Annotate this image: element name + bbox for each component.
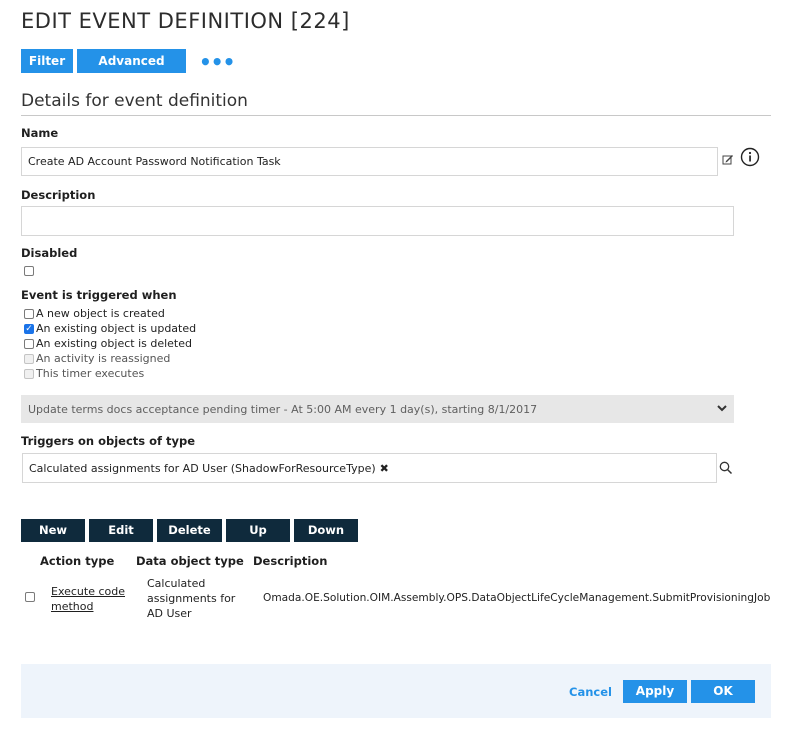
table-cell-action-type[interactable]: Execute code method [51,584,125,614]
page-title: EDIT EVENT DEFINITION [224] [21,9,350,33]
new-action-button[interactable]: New [21,519,85,542]
ok-button[interactable]: OK [691,680,755,703]
chevron-down-icon [716,401,728,418]
column-header-action-type: Action type [40,554,115,568]
up-action-button[interactable]: Up [226,519,290,542]
trigger-option-reassigned: An activity is reassigned [24,351,170,366]
data-type-line: Calculated [147,577,206,590]
edit-action-button[interactable]: Edit [89,519,153,542]
table-cell-data-object-type: Calculated assignments for AD User [147,576,235,621]
more-options-icon[interactable]: ••• [199,52,235,72]
object-types-input[interactable]: Calculated assignments for AD User (Shad… [22,453,717,483]
object-type-tag: Calculated assignments for AD User (Shad… [29,461,376,475]
trigger-option-label: This timer executes [36,367,145,380]
edit-pencil-icon[interactable] [722,150,734,169]
action-type-link[interactable]: Execute code [51,585,125,598]
deleted-checkbox[interactable] [24,338,34,349]
advanced-options-button[interactable]: Advanced options [77,49,186,92]
filter-button[interactable]: Filter [21,49,73,73]
disabled-label: Disabled [21,246,78,260]
trigger-option-label: An existing object is deleted [36,337,192,350]
trigger-option-label: An existing object is updated [36,322,197,335]
table-cell-description: Omada.OE.Solution.OIM.Assembly.OPS.DataO… [263,592,771,604]
object-types-label: Triggers on objects of type [21,434,196,448]
timer-select[interactable]: Update terms docs acceptance pending tim… [21,395,734,423]
section-title: Details for event definition [21,91,248,111]
data-type-line: AD User [147,607,192,620]
name-input[interactable]: Create AD Account Password Notification … [21,147,718,176]
down-action-button[interactable]: Down [294,519,358,542]
timer-checkbox [24,368,34,379]
trigger-option-label: An activity is reassigned [36,352,171,365]
disabled-checkbox[interactable] [24,266,34,276]
description-input[interactable] [21,206,734,236]
trigger-option-timer: This timer executes [24,366,144,381]
cancel-button[interactable]: Cancel [569,685,612,699]
trigger-option-created[interactable]: A new object is created [24,306,165,321]
updated-checkbox[interactable]: ✓ [24,323,34,334]
search-icon[interactable] [719,460,733,479]
name-label: Name [21,126,59,140]
trigger-when-label: Event is triggered when [21,288,177,302]
trigger-option-label: A new object is created [36,307,165,320]
column-header-description: Description [253,554,328,568]
created-checkbox[interactable] [24,308,34,319]
trigger-option-deleted[interactable]: An existing object is deleted [24,336,192,351]
timer-select-value: Update terms docs acceptance pending tim… [28,402,538,416]
section-divider [21,115,771,116]
column-header-data-object-type: Data object type [136,554,244,568]
data-type-line: assignments for [147,592,236,605]
row-select-checkbox[interactable] [25,592,35,602]
trigger-option-updated[interactable]: ✓ An existing object is updated [24,321,196,336]
action-type-link-line2[interactable]: method [51,600,93,613]
reassigned-checkbox [24,353,34,364]
apply-button[interactable]: Apply [623,680,687,703]
name-input-value: Create AD Account Password Notification … [28,155,281,168]
delete-action-button[interactable]: Delete [157,519,222,542]
description-label: Description [21,188,96,202]
info-icon[interactable] [740,147,760,171]
remove-tag-icon[interactable]: ✖ [380,462,389,475]
